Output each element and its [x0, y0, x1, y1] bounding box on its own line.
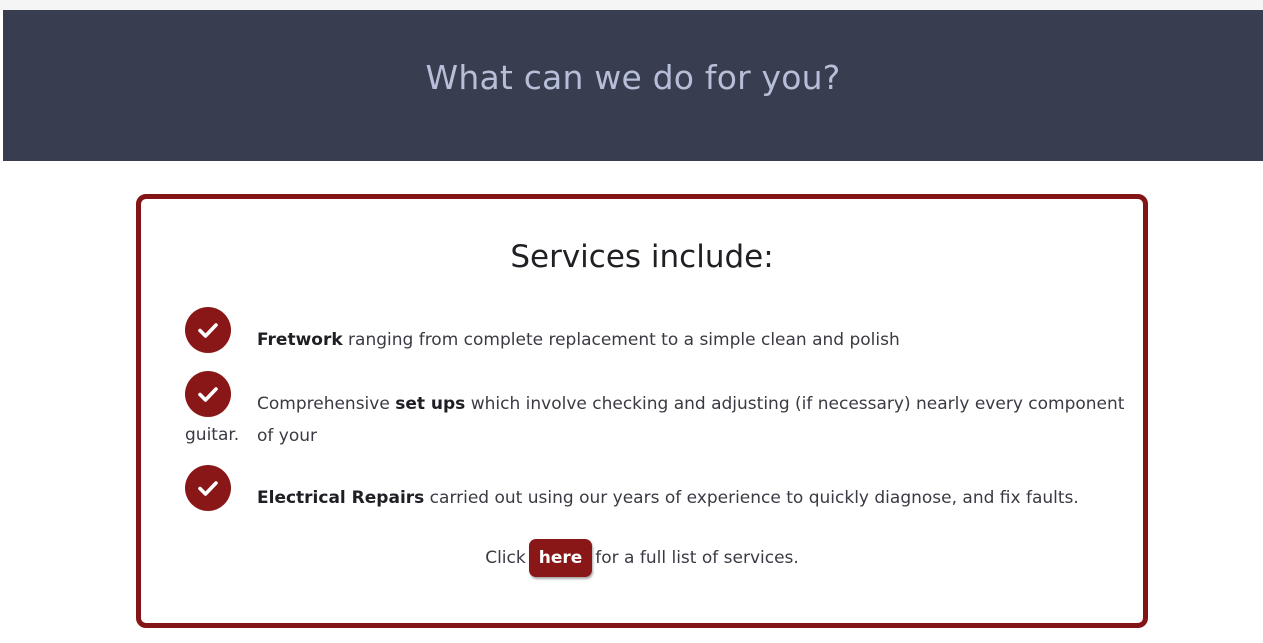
service-item-setups: Comprehensive set ups which involve chec… — [257, 388, 1137, 452]
service-item-text: carried out using our years of experienc… — [424, 488, 1079, 508]
full-list-cta: Click here for a full list of services. — [141, 539, 1143, 577]
service-item-electrical: Electrical Repairs carried out using our… — [257, 482, 1117, 514]
check-circle-icon — [185, 465, 231, 511]
service-item-continuation: guitar. — [185, 425, 240, 445]
top-strip — [0, 0, 1263, 10]
here-button[interactable]: here — [528, 539, 593, 577]
services-title: Services include: — [510, 239, 774, 275]
page: What can we do for you? Services include… — [0, 0, 1263, 643]
service-item-text: Comprehensive — [257, 394, 396, 414]
page-title: What can we do for you? — [425, 58, 841, 97]
service-item-bold: set ups — [395, 394, 466, 414]
check-circle-icon — [185, 307, 231, 353]
service-item-bold: Fretwork — [257, 330, 343, 350]
cta-text-after: for a full list of services. — [595, 548, 799, 568]
service-item-fretwork: Fretwork ranging from complete replaceme… — [257, 324, 1117, 356]
service-item-text: ranging from complete replacement to a s… — [342, 330, 900, 350]
check-circle-icon — [185, 371, 231, 417]
hero-banner: What can we do for you? — [3, 10, 1263, 161]
service-item-bold: Electrical Repairs — [257, 488, 425, 508]
cta-text-before: Click — [485, 548, 526, 568]
services-card: Services include: Fretwork ranging from … — [136, 194, 1148, 628]
